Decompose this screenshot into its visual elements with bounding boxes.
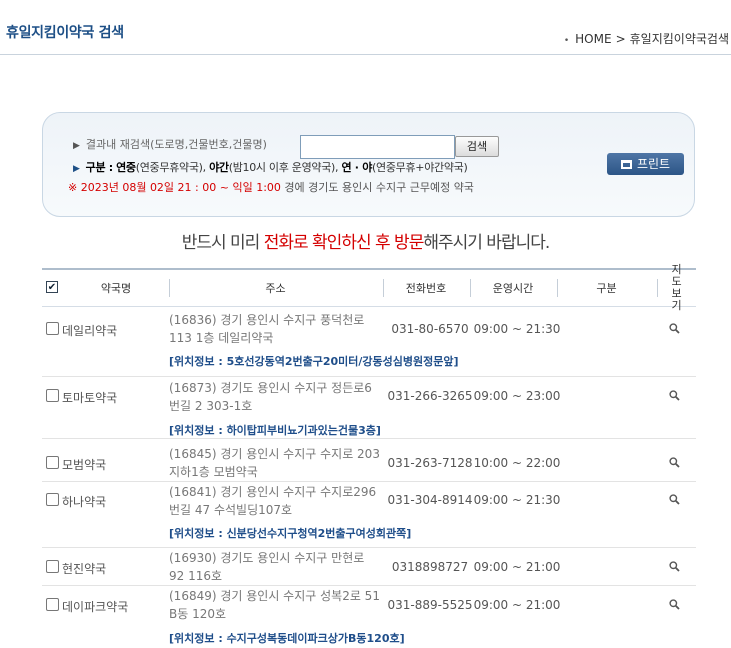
map-search-icon[interactable] (669, 390, 680, 401)
search-label-row: ▶ 결과내 재검색(도로명,건물번호,건물명) (73, 136, 267, 152)
pharmacy-name: 모범약국 (62, 458, 107, 472)
map-search-icon[interactable] (669, 494, 680, 505)
pharmacy-phone: 031-304-8914 (387, 493, 473, 507)
date-rest: 경에 경기도 용인시 수지구 근무예정 약국 (284, 181, 474, 194)
legend-b-desc: (밤10시 이후 운영약국), (228, 161, 339, 174)
table-row: 하나약국 (16841) 경기 용인시 수지구 수지로296번길 47 수석빌딩… (42, 482, 696, 548)
header-phone: 전화번호 (383, 270, 469, 306)
row-checkbox[interactable] (46, 560, 59, 573)
legend-head: 구분 : (85, 161, 114, 174)
select-all-checkbox[interactable]: ✔ (46, 281, 58, 293)
location-info: [위치정보 : 5호선강동역2번출구20미터/강동성심병원정문앞] (169, 355, 459, 368)
pharmacy-name: 현진약국 (62, 562, 107, 576)
pharmacy-phone: 031-80-6570 (391, 322, 469, 336)
pharmacy-address: (16873) 경기도 용인시 수지구 정든로6번길 2 303-1호 (169, 381, 372, 413)
date-row: ※ 2023년 08월 02일 21 : 00 ~ 익일 1:00 경에 경기도… (68, 179, 474, 195)
row-checkbox[interactable] (46, 598, 59, 611)
table-row: 모범약국 (16845) 경기 용인시 수지구 수지로 203 지하1층 모범약… (42, 439, 696, 482)
pharmacy-address: (16849) 경기 용인시 수지구 성복2로 51 B동 120호 (169, 589, 380, 621)
legend-a-desc: (연중무휴약국), (135, 161, 206, 174)
pharmacy-address: (16930) 경기도 용인시 수지구 만현로 92 116호 (169, 551, 365, 583)
pharmacy-hours: 09:00 ~ 21:00 (473, 560, 561, 574)
row-checkbox[interactable] (46, 389, 59, 402)
table-row: 토마토약국 (16873) 경기도 용인시 수지구 정든로6번길 2 303-1… (42, 377, 696, 439)
pharmacy-name: 하나약국 (62, 495, 107, 509)
location-info: [위치정보 : 신분당선수지구청역2번출구여성회관쪽] (169, 527, 412, 540)
pharmacy-phone: 031-263-7128 (387, 456, 473, 470)
search-input[interactable] (300, 135, 455, 159)
header-name: 약국명 (100, 282, 132, 295)
header-map: 지도보기 (657, 264, 696, 312)
search-panel: ▶ 결과내 재검색(도로명,건물번호,건물명) 검색 ▶ 구분 : 연중(연중무휴약… (42, 112, 695, 217)
legend-row: ▶ 구분 : 연중(연중무휴약국), 야간(밤10시 이후 운영약국), 연 · … (73, 159, 468, 175)
location-info: [위치정보 : 하이탑피부비뇨기과있는건물3층] (169, 424, 381, 437)
row-checkbox[interactable] (46, 493, 59, 506)
breadcrumb-separator: > (615, 32, 626, 46)
table-row: 데일리약국 (16836) 경기 용인시 수지구 풍덕천로 113 1층 데일리… (42, 305, 696, 377)
triangle-right-icon: ▶ (73, 141, 80, 151)
pharmacy-phone: 031-889-5525 (387, 598, 473, 612)
page-title: 휴일지킴이약국 검색 (6, 25, 124, 41)
bullet-icon: • (563, 36, 570, 46)
map-search-icon[interactable] (669, 323, 680, 334)
header-address: 주소 (169, 270, 382, 306)
notice-post: 해주시기 바랍니다. (423, 233, 550, 253)
table-row: 현진약국 (16930) 경기도 용인시 수지구 만현로 92 116호 031… (42, 548, 696, 586)
search-button[interactable]: 검색 (455, 136, 499, 157)
header-type: 구분 (557, 270, 656, 306)
pharmacy-name: 데일리약국 (62, 324, 118, 338)
map-search-icon[interactable] (669, 457, 680, 468)
pharmacy-address: (16836) 경기 용인시 수지구 풍덕천로 113 1층 데일리약국 (169, 313, 365, 345)
pharmacy-hours: 09:00 ~ 23:00 (473, 389, 561, 403)
pharmacy-hours: 09:00 ~ 21:00 (473, 598, 561, 612)
row-checkbox[interactable] (46, 322, 59, 335)
legend-a: 연중 (116, 161, 136, 174)
pharmacy-hours: 09:00 ~ 21:30 (473, 322, 561, 336)
legend-c-desc: (연중무휴+야간약국) (372, 161, 468, 174)
breadcrumb-home[interactable]: HOME (575, 32, 611, 46)
pharmacy-phone: 031-266-3265 (387, 389, 473, 403)
printer-icon (620, 160, 632, 169)
pharmacy-address: (16845) 경기 용인시 수지구 수지로 203 지하1층 모범약국 (169, 447, 380, 479)
notice-pre: 반드시 미리 (181, 233, 264, 253)
legend-c: 연 · 야 (341, 161, 373, 174)
legend-b: 야간 (209, 161, 229, 174)
date-range: ※ 2023년 08월 02일 21 : 00 ~ 익일 1:00 (68, 181, 281, 194)
pharmacy-name: 토마토약국 (62, 391, 118, 405)
location-info: [위치정보 : 수지구성복동데이파크상가B동120호] (169, 632, 405, 645)
header-hours: 운영시간 (470, 270, 556, 306)
table-header: ✔ 약국명 주소 전화번호 운영시간 구분 지도보기 (42, 264, 696, 312)
search-label: 결과내 재검색(도로명,건물번호,건물명) (85, 138, 267, 151)
pharmacy-address: (16841) 경기 용인시 수지구 수지로296번길 47 수석빌딩107호 (169, 485, 377, 517)
map-search-icon[interactable] (669, 599, 680, 610)
pharmacy-hours: 10:00 ~ 22:00 (473, 456, 561, 470)
row-checkbox[interactable] (46, 456, 59, 469)
notice-highlight: 전화로 확인하신 후 방문 (263, 233, 425, 253)
breadcrumb-current: 휴일지킴이약국검색 (629, 32, 729, 46)
pharmacy-hours: 09:00 ~ 21:30 (473, 493, 561, 507)
pharmacy-phone: 0318898727 (391, 560, 469, 574)
map-search-icon[interactable] (669, 561, 680, 572)
print-button[interactable]: 프린트 (607, 153, 684, 175)
page-header: 휴일지킴이약국 검색 • HOME > 휴일지킴이약국검색 (0, 0, 731, 55)
notice-text: 반드시 미리 전화로 확인하신 후 방문해주시기 바랍니다. (0, 228, 731, 253)
pharmacy-name: 데이파크약국 (62, 600, 129, 614)
table-row: 데이파크약국 (16849) 경기 용인시 수지구 성복2로 51 B동 120… (42, 586, 696, 648)
print-button-label: 프린트 (636, 157, 671, 171)
triangle-right-icon: ▶ (73, 164, 80, 174)
breadcrumb: • HOME > 휴일지킴이약국검색 (564, 30, 729, 47)
